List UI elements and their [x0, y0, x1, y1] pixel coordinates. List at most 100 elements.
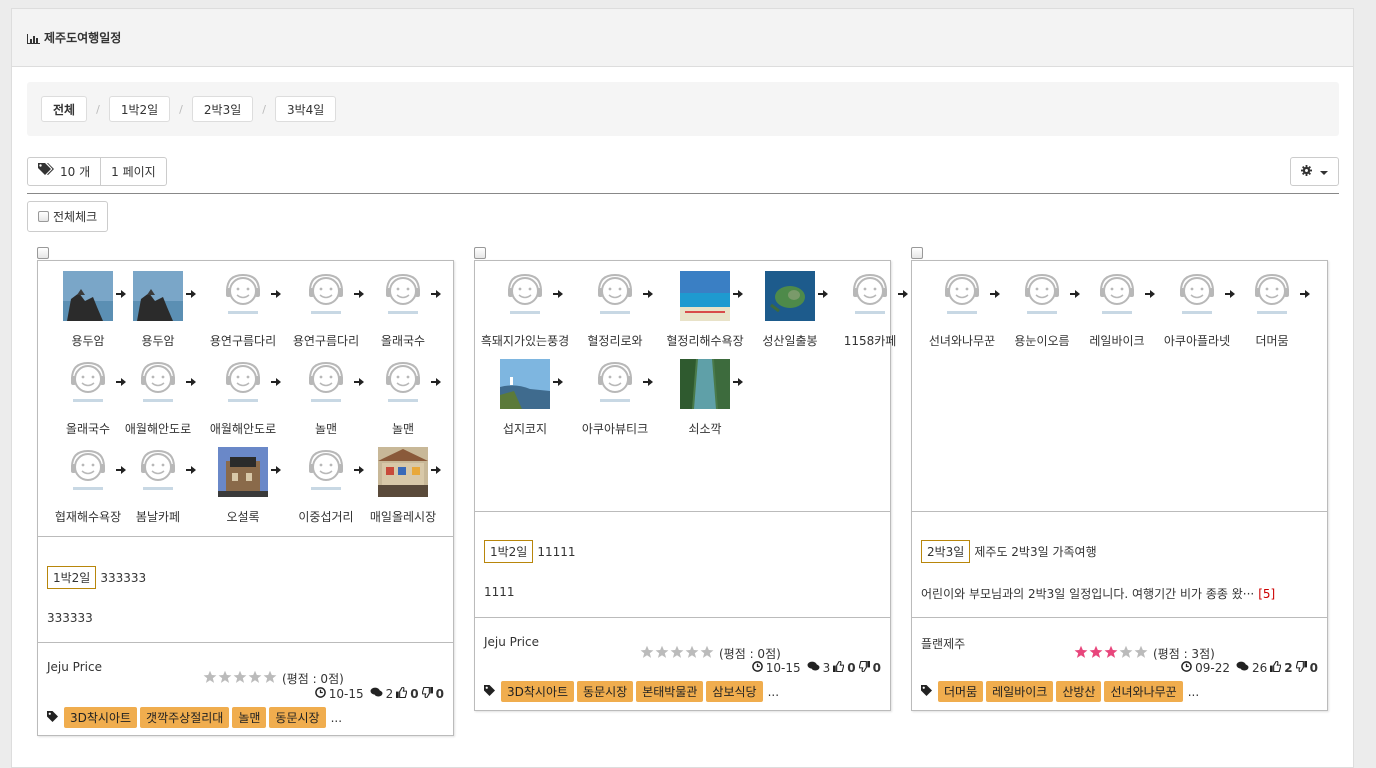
check-all-checkbox[interactable] [38, 211, 49, 222]
tag-chip[interactable]: 놀맨 [232, 707, 267, 728]
card-checkbox[interactable] [37, 247, 49, 259]
arrow-right-icon [186, 376, 196, 391]
comments-icon [370, 687, 383, 701]
arrow-right-icon [431, 464, 441, 479]
filter-3n4d[interactable]: 3박4일 [274, 96, 337, 122]
thumbs-down-icon[interactable] [858, 660, 870, 675]
post-date: 10-15 [328, 687, 364, 701]
card-checkbox[interactable] [911, 247, 923, 259]
thumbs-down-icon[interactable] [421, 686, 433, 701]
route-stop-label: 더머뭄 [1255, 334, 1289, 348]
rating-label: (평점 : 3점) [1153, 647, 1215, 661]
filter-all[interactable]: 전체 [41, 96, 88, 122]
like-count: 0 [847, 661, 856, 675]
card-summary: 333333 [47, 611, 93, 625]
panel-header: 제주도여행일정 [12, 9, 1353, 67]
no-image-placeholder [1172, 271, 1222, 321]
no-image-placeholder [378, 359, 428, 409]
arrow-right-icon [116, 464, 126, 479]
stop-photo [133, 271, 183, 321]
gear-icon [1301, 164, 1312, 179]
page-count-button[interactable]: 1 페이지 [100, 158, 166, 185]
route-stop-label: 매일올레시장 [369, 510, 437, 524]
itinerary-card[interactable]: 선녀와나무꾼 용눈이오름 레일바이크 아쿠아플라넷 더머뭄 2박3일 제주도 2박3일 가… [911, 260, 1328, 711]
tag-chip[interactable]: 3D착시아트 [501, 681, 575, 702]
tag-chip[interactable]: 선녀와나무꾼 [1104, 681, 1183, 702]
no-image-placeholder [133, 447, 183, 497]
tag-chip[interactable]: 갯깍주상절리대 [140, 707, 230, 728]
arrow-right-icon [898, 288, 908, 303]
check-all-label: 전체체크 [53, 210, 98, 224]
no-image-placeholder [590, 271, 640, 321]
route-map: 선녀와나무꾼 용눈이오름 레일바이크 아쿠아플라넷 더머뭄 [912, 261, 1327, 512]
settings-dropdown-button[interactable] [1290, 157, 1339, 186]
itinerary-card[interactable]: 흑돼지가있는풍경 혈정리로와 혈정리해수욕장 성산일출봉 1158카페 섭지코지 아쿠아뷰티… [474, 260, 908, 711]
tag-chip[interactable]: 3D착시아트 [64, 707, 138, 728]
tag-chip[interactable]: 산방산 [1056, 681, 1102, 702]
itinerary-card[interactable]: 용두암 용두암 용연구름다리 용연구름다리 올래국수 올래국수 애월해안도로 애월해안도로 놀맨… [37, 260, 454, 736]
tag-list: 3D착시아트 갯깍주상절리대 놀맨 동문시장... [47, 707, 342, 728]
route-stop-label: 올래국수 [380, 334, 426, 348]
rating-stars [640, 645, 715, 662]
tag-chip[interactable]: 본태박물관 [636, 681, 704, 702]
card-title[interactable]: 11111 [537, 545, 575, 559]
duration-badge: 1박2일 [47, 566, 97, 589]
arrow-right-icon [186, 288, 196, 303]
filter-1n2d[interactable]: 1박2일 [108, 96, 171, 122]
arrow-right-icon [643, 376, 653, 391]
route-stop-label: 아쿠아뷰티크 [581, 422, 649, 436]
thumbs-up-icon[interactable] [833, 660, 845, 675]
card-description: 1박2일 333333 333333 [38, 537, 453, 643]
thumbs-up-icon[interactable] [396, 686, 408, 701]
comment-count: 26 [1252, 661, 1268, 675]
tag-chip[interactable]: 레일바이크 [986, 681, 1054, 702]
no-image-placeholder [63, 359, 113, 409]
rating-label: (평점 : 0점) [282, 672, 344, 686]
rating-stars [1074, 645, 1149, 662]
thumbs-down-icon[interactable] [1295, 660, 1307, 675]
tag-chip[interactable]: 동문시장 [269, 707, 326, 728]
route-stop-label: 선녀와나무꾼 [928, 334, 996, 348]
stop-photo [680, 271, 730, 321]
stop-photo [378, 447, 428, 497]
author-name: Jeju Price [484, 635, 539, 649]
arrow-right-icon [354, 288, 364, 303]
like-count: 2 [1284, 661, 1293, 675]
author-name: 플랜제주 [921, 637, 966, 651]
count-button-group: 10 개 1 페이지 [27, 157, 167, 186]
count-button[interactable]: 10 개 [28, 158, 100, 185]
item-count: 10 개 [60, 165, 91, 179]
tags-icon [38, 163, 56, 180]
like-count: 0 [410, 687, 419, 701]
tag-chip[interactable]: 삼보식당 [706, 681, 763, 702]
card-checkbox[interactable] [474, 247, 486, 259]
no-image-placeholder [500, 271, 550, 321]
more-count[interactable]: [5] [1258, 587, 1275, 601]
check-all-button[interactable]: 전체체크 [27, 201, 109, 232]
arrow-right-icon [1225, 288, 1235, 303]
clock-icon [314, 687, 326, 701]
filter-2n3d[interactable]: 2박3일 [191, 96, 254, 122]
arrow-right-icon [643, 288, 653, 303]
route-stop-label: 애월해안도로 [209, 422, 277, 436]
route-stop-label: 1158카페 [843, 334, 897, 348]
thumbs-up-icon[interactable] [1270, 660, 1282, 675]
tag-chip[interactable]: 더머뭄 [938, 681, 984, 702]
arrow-right-icon [271, 376, 281, 391]
page-count: 1 페이지 [111, 165, 156, 179]
post-date: 09-22 [1195, 661, 1230, 675]
card-stats: 10-15 2 0 0 [314, 686, 444, 701]
card-title[interactable]: 333333 [100, 571, 146, 585]
arrow-right-icon [733, 288, 743, 303]
tag-list: 더머뭄 레일바이크 산방산 선녀와나무꾼... [921, 681, 1199, 702]
arrow-right-icon [818, 288, 828, 303]
card-title[interactable]: 제주도 2박3일 가족여행 [974, 545, 1096, 559]
arrow-right-icon [354, 376, 364, 391]
tag-chip[interactable]: 동문시장 [577, 681, 634, 702]
more-tags-ellipsis: ... [330, 710, 343, 725]
route-stop-label: 레일바이크 [1089, 334, 1145, 348]
arrow-right-icon [990, 288, 1000, 303]
post-date: 10-15 [765, 661, 801, 675]
route-stop-label: 성산일출봉 [762, 334, 818, 348]
dislike-count: 0 [1309, 661, 1318, 675]
